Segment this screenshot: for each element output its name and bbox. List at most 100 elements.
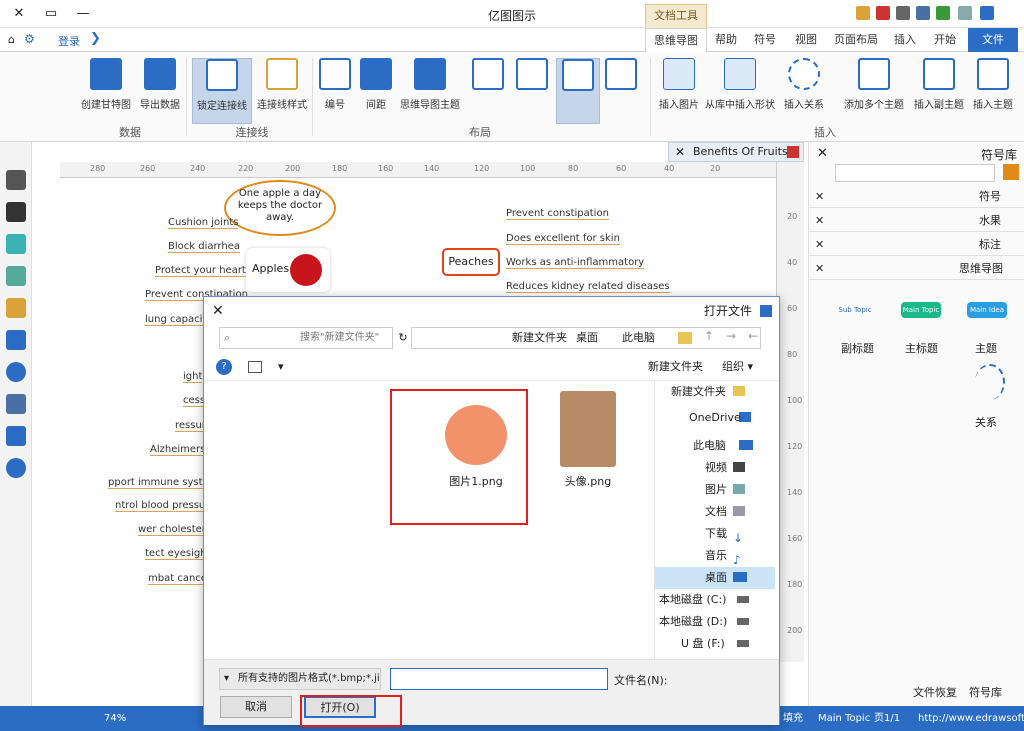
left-item[interactable]: tect eyesight [145,548,211,560]
view-menu-icon[interactable]: ▾ [278,353,284,381]
filetype-select[interactable]: ▾ 所有支持的图片格式(*.bmp;*.ji [219,668,381,690]
left-item[interactable]: cess [183,395,206,407]
document-icon[interactable] [6,330,26,350]
left-item[interactable]: Alzheimers [150,444,206,456]
new-folder-button[interactable]: 新建文件夹 [648,353,703,381]
peach-item[interactable]: Prevent constipation [506,208,609,220]
file-item-avatar[interactable]: 头像.png [548,391,628,501]
new-icon[interactable] [936,6,950,20]
lock-connector-button[interactable]: 锁定连接线 [192,58,252,124]
peach-item[interactable]: Works as anti-inflammatory [506,257,645,269]
library-dropdown[interactable] [835,164,995,182]
nav-item[interactable]: OneDrive [655,407,775,429]
redo-icon[interactable] [958,6,972,20]
paint-icon[interactable] [6,170,26,190]
numbering-button[interactable]: 编号 [316,58,354,124]
nav-item[interactable]: 视频 [655,457,775,479]
filename-input[interactable] [390,668,608,690]
nav-item[interactable]: 本地磁盘 (D:) [655,611,775,633]
main-topic-chip[interactable]: Main Topic [901,302,941,318]
breadcrumb-item[interactable]: 桌面 [576,328,598,348]
library-icon[interactable] [1003,164,1019,180]
fill-icon[interactable] [6,234,26,254]
chevron-up-icon[interactable]: ⌂ [8,33,15,46]
add-multiple-topics-button[interactable]: 添加多个主题 [838,58,910,124]
apples-topic[interactable]: Apples [246,248,330,292]
close-tab-icon[interactable]: ✕ [675,143,685,161]
nav-item[interactable]: 新建文件夹 [655,381,775,403]
peach-item[interactable]: Reduces kidney related diseases [506,281,670,293]
library-row-callouts[interactable]: ✕ 标注 [809,234,1024,256]
globe-icon[interactable] [6,362,26,382]
nav-item-selected[interactable]: 桌面 [655,567,775,589]
tab-file-recovery[interactable]: 文件恢复 [913,684,957,700]
login-link[interactable]: 登录 [58,33,80,49]
undo-icon[interactable] [980,6,994,20]
library-row-mindmap[interactable]: ✕ 思维导图 [809,258,1024,280]
search-input[interactable]: ⌕ 搜索"新建文件夹" [219,327,393,349]
zoom-level[interactable]: 74% [104,706,126,731]
relation-shape[interactable] [975,364,1005,400]
insert-shape-from-library-button[interactable]: 从库中插入形状 [704,58,776,124]
layout-option-4[interactable] [468,58,508,124]
close-icon[interactable]: ✕ [815,234,824,256]
breadcrumb-item[interactable]: 新建文件夹 [512,328,567,348]
export-icon[interactable] [876,6,890,20]
nav-item[interactable]: 此电脑 [655,435,775,457]
tab-insert[interactable]: 插入 [886,28,924,52]
tab-symbols[interactable]: 符号 [746,28,784,52]
tab-help[interactable]: 帮助 [708,28,744,52]
left-item[interactable]: ight [183,371,203,383]
refresh-icon[interactable]: ↻ [396,327,410,349]
help-icon[interactable]: ? [216,359,232,375]
insert-subtopic-button[interactable]: 插入副主题 [912,58,966,124]
export-data-button[interactable]: 导出数据 [136,58,184,124]
layers-icon[interactable] [6,298,26,318]
help-icon[interactable] [6,458,26,478]
image-tool-icon[interactable] [6,266,26,286]
back-arrow-icon[interactable]: ← [748,329,758,343]
layout-option-3[interactable] [512,58,552,124]
nav-item[interactable]: ↓ 下载 [655,523,775,545]
apple-item[interactable]: Block diarrhea [168,241,240,253]
crop-icon[interactable] [6,202,26,222]
close-icon[interactable]: ✕ [815,210,824,232]
tab-file[interactable]: 文件 [968,28,1018,52]
organize-button[interactable]: 组织 ▾ [722,353,753,381]
mindmap-theme-button[interactable]: 思维导图主题 [400,58,460,124]
nav-item[interactable]: ♪ 音乐 [655,545,775,567]
apple-item[interactable]: Cushion joints [168,217,239,229]
connector-style-button[interactable]: 连接线样式 [254,58,310,124]
share-icon[interactable]: ❯ [90,31,101,46]
peaches-topic[interactable]: Peaches [442,248,500,276]
left-item[interactable]: pport immune system [108,477,219,489]
close-icon[interactable]: ✕ [815,258,824,280]
layout-option-1[interactable] [604,58,638,124]
library-row-symbols[interactable]: ✕ 符号 [809,186,1024,208]
save-icon[interactable] [916,6,930,20]
callout-bubble[interactable]: One apple a day keeps the doctor away. [224,180,336,236]
preview-pane-icon[interactable] [248,361,262,373]
main-idea-chip[interactable]: Main Idea [967,302,1007,318]
layout-option-2[interactable] [556,58,600,124]
peach-item[interactable]: Does excellent for skin [506,233,620,245]
insert-image-button[interactable]: 插入图片 [656,58,702,124]
tab-symbol-library[interactable]: 符号库 [969,684,1002,700]
close-panel-icon[interactable]: ✕ [817,146,828,161]
document-tab[interactable]: ✕ Benefits Of Fruits [668,142,804,162]
print-icon[interactable] [896,6,910,20]
nav-item[interactable]: 本地磁盘 (C:) [655,589,775,611]
tab-view[interactable]: 视图 [786,28,826,52]
nav-item[interactable]: 文档 [655,501,775,523]
nav-item[interactable]: 图片 [655,479,775,501]
open-icon[interactable] [856,6,870,20]
cancel-button[interactable]: 取消 [220,696,292,718]
forward-arrow-icon[interactable]: → [726,329,736,343]
library-row-fruits[interactable]: ✕ 水果 [809,210,1024,232]
gear-icon[interactable]: ⚙ [24,32,35,46]
spacing-button[interactable]: 间距 [356,58,396,124]
breadcrumb-item[interactable]: 此电脑 [622,328,655,348]
status-url[interactable]: http://www.edrawsoft.cn/ [918,706,1024,731]
close-dialog-button[interactable]: ✕ [212,297,224,325]
up-arrow-icon[interactable]: ↑ [704,329,714,343]
